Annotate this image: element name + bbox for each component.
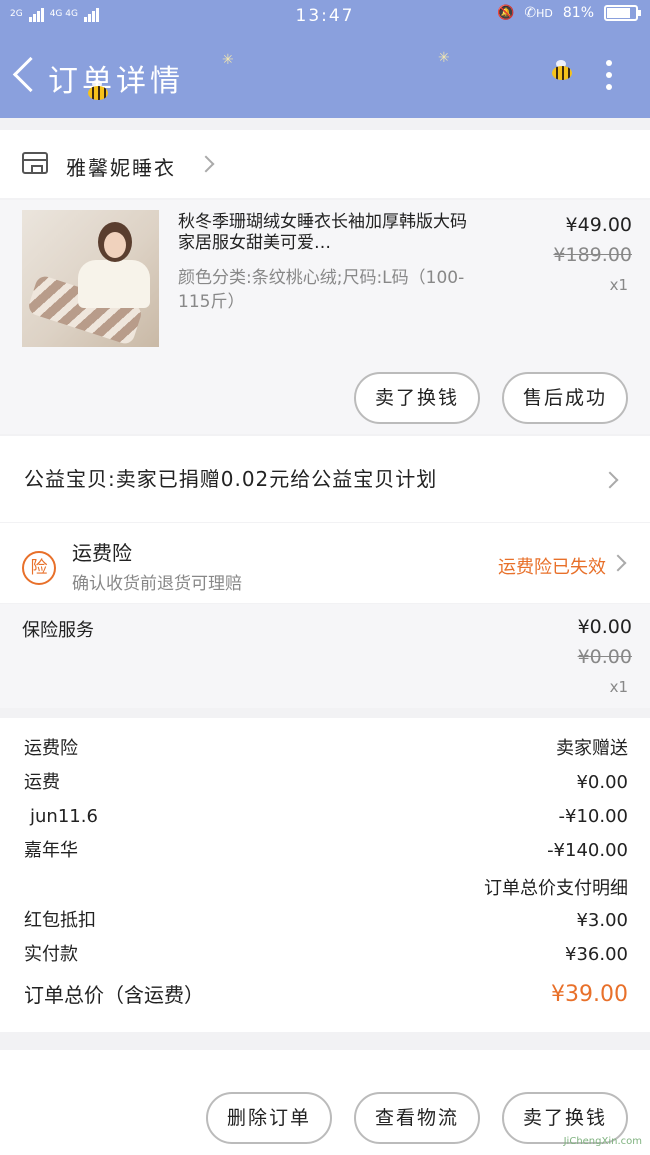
- payment-row: 嘉年华 -¥140.00: [24, 834, 628, 868]
- order-total-value: ¥39.00: [551, 982, 628, 1007]
- bottom-action-bar: 删除订单 查看物流 卖了换钱 JiChengXin.com: [0, 1050, 650, 1155]
- more-menu-icon[interactable]: [606, 60, 614, 92]
- insurance-service-price: ¥0.00: [577, 616, 632, 638]
- insurance-title: 运费险: [72, 541, 132, 565]
- insurance-badge-icon: 险: [22, 551, 56, 585]
- shipping-insurance-row[interactable]: 险 运费险 确认收货前退货可理赔 运费险已失效: [0, 523, 650, 603]
- payment-row: 运费 ¥0.00: [24, 766, 628, 800]
- product-quantity: x1: [609, 276, 628, 294]
- charity-text: 公益宝贝:卖家已捐赠0.02元给公益宝贝计划: [24, 467, 438, 491]
- payment-row: jun11.6 -¥10.00: [24, 800, 628, 834]
- insurance-subtitle: 确认收货前退货可理赔: [72, 574, 242, 594]
- bee-icon: [84, 80, 110, 102]
- page-title: 订单详情: [48, 64, 184, 99]
- payment-detail-link[interactable]: 订单总价支付明细: [484, 874, 628, 900]
- chevron-right-icon: [601, 471, 619, 489]
- chevron-right-icon: [197, 155, 215, 173]
- sparkle-icon: ✳: [222, 52, 234, 68]
- insurance-service-section: 保险服务 ¥0.00 ¥0.00 x1: [0, 604, 650, 708]
- hd-label: HD: [536, 7, 553, 20]
- product-price: ¥49.00: [565, 214, 632, 236]
- payment-label: 运费险: [24, 738, 78, 759]
- battery-icon: [604, 5, 641, 21]
- store-row[interactable]: 雅馨妮睡衣: [0, 130, 650, 198]
- payment-label: 运费: [24, 772, 60, 793]
- payment-label: 嘉年华: [24, 840, 78, 861]
- payment-row: 红包抵扣 ¥3.00: [24, 904, 628, 938]
- status-right: 🔕 ✆HD 81%: [496, 5, 641, 21]
- payment-value: -¥10.00: [558, 806, 628, 827]
- store-icon: [22, 152, 48, 174]
- payment-label: 红包抵扣: [24, 910, 96, 931]
- product-section: 秋冬季珊瑚绒女睡衣长袖加厚韩版大码家居服女甜美可爱… 颜色分类:条纹桃心绒;尺码…: [0, 200, 650, 434]
- payment-label: 实付款: [24, 944, 78, 965]
- resell-button[interactable]: 卖了换钱: [354, 372, 480, 424]
- payment-row: 实付款 ¥36.00: [24, 938, 628, 972]
- payment-row: 运费险 卖家赠送: [24, 732, 628, 766]
- insurance-service-quantity: x1: [609, 678, 628, 696]
- payment-value: -¥140.00: [547, 840, 628, 861]
- product-title[interactable]: 秋冬季珊瑚绒女睡衣长袖加厚韩版大码家居服女甜美可爱…: [178, 212, 478, 254]
- payment-value: ¥0.00: [576, 772, 628, 793]
- back-arrow-icon[interactable]: [10, 54, 40, 94]
- sparkle-icon: ✳: [438, 50, 450, 66]
- battery-fill: [607, 8, 630, 18]
- payment-label: jun11.6: [30, 806, 98, 827]
- status-bar: 2G 4G 4G 13:47 🔕 ✆HD 81%: [0, 0, 650, 32]
- chevron-right-icon: [609, 554, 627, 572]
- payment-value: ¥3.00: [576, 910, 628, 931]
- delete-order-button[interactable]: 删除订单: [206, 1092, 332, 1144]
- insurance-service-original-price: ¥0.00: [577, 646, 632, 668]
- product-spec: 颜色分类:条纹桃心绒;尺码:L码（100-115斤）: [178, 268, 465, 312]
- order-total-label: 订单总价（含运费）: [24, 983, 204, 1007]
- insurance-service-label: 保险服务: [22, 620, 94, 641]
- app-header: 订单详情 ✳ ✳: [0, 32, 650, 118]
- product-original-price: ¥189.00: [553, 244, 632, 266]
- product-thumbnail[interactable]: [22, 210, 159, 347]
- view-logistics-button[interactable]: 查看物流: [354, 1092, 480, 1144]
- bee-icon: [548, 60, 574, 82]
- call-icon: ✆HD: [524, 5, 553, 21]
- battery-percent: 81%: [562, 5, 594, 21]
- charity-row[interactable]: 公益宝贝:卖家已捐赠0.02元给公益宝贝计划: [0, 436, 650, 522]
- payment-value: 卖家赠送: [556, 738, 628, 759]
- watermark: JiChengXin.com: [563, 1136, 642, 1147]
- after-sale-button[interactable]: 售后成功: [502, 372, 628, 424]
- insurance-status: 运费险已失效: [498, 557, 606, 578]
- store-name: 雅馨妮睡衣: [66, 156, 176, 180]
- payment-summary: 运费险 卖家赠送 运费 ¥0.00 jun11.6 -¥10.00 嘉年华 -¥…: [0, 718, 650, 1032]
- payment-value: ¥36.00: [565, 944, 628, 965]
- order-total-row: 订单总价（含运费） ¥39.00: [24, 978, 628, 1012]
- mute-icon: 🔕: [496, 5, 515, 21]
